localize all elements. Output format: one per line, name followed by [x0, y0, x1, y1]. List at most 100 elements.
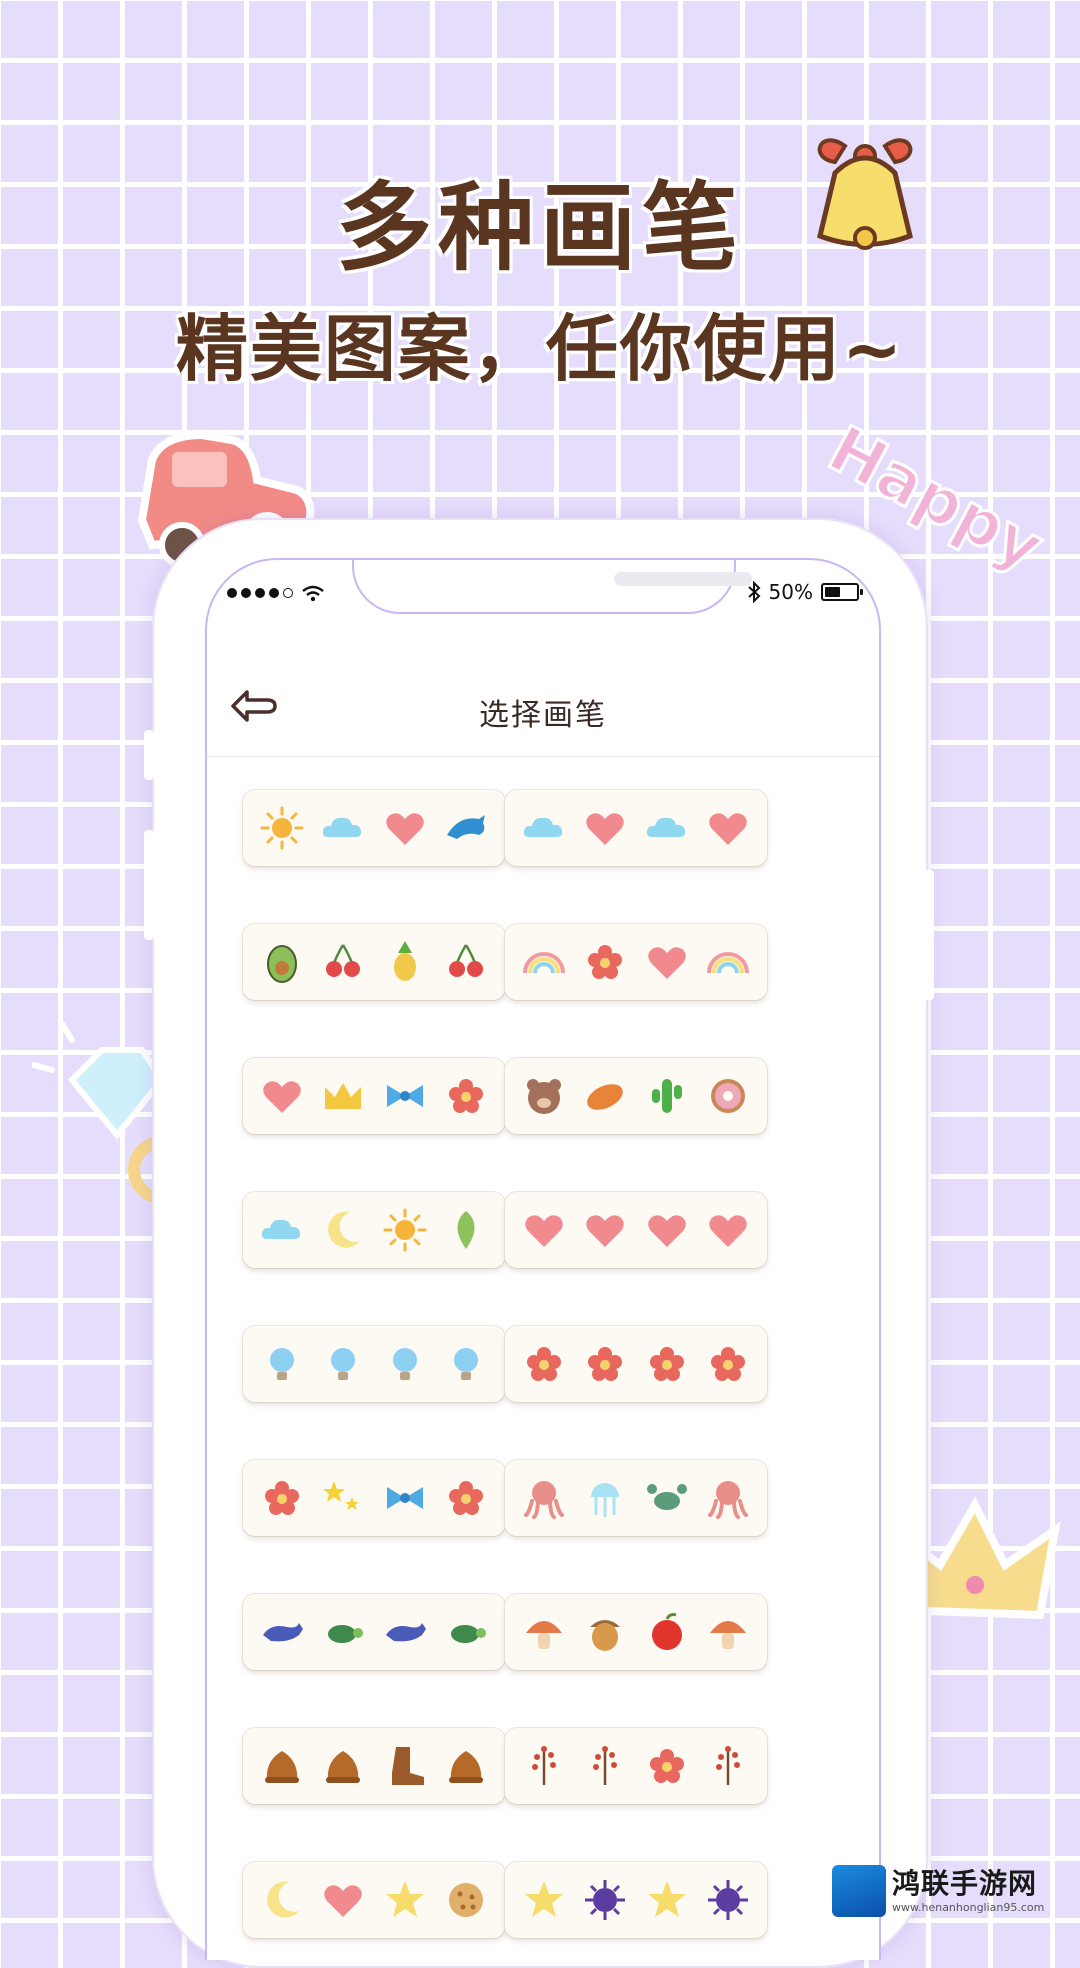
rainbow-icon	[707, 952, 750, 974]
heart-icon	[648, 947, 686, 979]
pineapple-icon	[393, 941, 416, 981]
battery-icon	[821, 583, 863, 601]
site-watermark: 鸿联手游网 www.henanhonglian95.com	[832, 1862, 1080, 1920]
headline-subtitle: 精美图案，任你使用~	[175, 307, 905, 391]
wifi-icon	[302, 585, 324, 602]
brush-option-card[interactable]	[505, 1460, 767, 1536]
flower-icon	[264, 1481, 299, 1515]
flower-icon	[588, 1347, 623, 1381]
status-bar-left	[227, 584, 325, 602]
dolphin-icon	[447, 815, 486, 839]
apple-icon	[651, 1613, 682, 1650]
virus-icon	[585, 1880, 626, 1920]
leaf-icon	[457, 1211, 475, 1249]
phone-screen: 50% 选择画笔	[205, 558, 881, 1960]
bear-icon	[526, 1079, 561, 1114]
phone-side-button	[144, 730, 154, 780]
watermark-url: www.henanhonglian95.com	[892, 1901, 1045, 1914]
sun-icon	[383, 1208, 427, 1252]
signal-strength-icon	[227, 588, 293, 598]
heart-icon	[586, 1215, 624, 1247]
crown-icon	[325, 1083, 362, 1109]
mushroom-icon	[525, 1621, 562, 1649]
turtle-icon	[328, 1625, 364, 1643]
bulb-icon	[454, 1348, 479, 1380]
brush-option-card[interactable]	[505, 1728, 767, 1804]
flower-icon	[711, 1347, 746, 1381]
brush-option-card[interactable]	[505, 1326, 767, 1402]
cloud-icon	[523, 817, 562, 837]
heart-icon	[648, 1215, 686, 1247]
avocado-icon	[266, 945, 297, 983]
bell-icon	[817, 138, 913, 250]
heart-icon	[709, 1215, 748, 1247]
brush-option-card[interactable]	[243, 1058, 505, 1134]
flower-icon	[649, 1749, 684, 1783]
brush-option-card[interactable]	[243, 924, 505, 1000]
mushroom-icon	[710, 1621, 747, 1649]
star-icon	[524, 1881, 563, 1917]
turtle-icon	[451, 1625, 487, 1643]
octopus-icon	[708, 1481, 749, 1519]
brush-option-card[interactable]	[505, 1862, 767, 1938]
brush-option-card[interactable]	[243, 1192, 505, 1268]
brush-option-card[interactable]	[243, 1728, 505, 1804]
donut-icon	[711, 1079, 746, 1113]
site-logo	[832, 1865, 886, 1917]
flower-icon	[526, 1347, 561, 1381]
stars-icon	[323, 1481, 360, 1510]
whale-icon	[262, 1623, 303, 1642]
cookie-icon	[449, 1883, 484, 1917]
moon-icon	[266, 1881, 299, 1918]
octopus-icon	[523, 1481, 564, 1519]
twig-icon	[716, 1746, 741, 1785]
brush-option-card[interactable]	[505, 1192, 767, 1268]
virus-icon	[708, 1880, 749, 1920]
bulb-icon	[331, 1348, 356, 1380]
cherry-icon	[326, 944, 361, 977]
battery-percent: 50%	[768, 580, 813, 604]
hat-icon	[326, 1751, 361, 1783]
bow-icon	[386, 1085, 423, 1107]
brush-option-card[interactable]	[505, 790, 767, 866]
brush-option-card[interactable]	[243, 1326, 505, 1402]
rainbow-icon	[522, 952, 565, 974]
flower-icon	[649, 1347, 684, 1381]
bulb-icon	[392, 1348, 417, 1380]
bluetooth-icon	[747, 581, 760, 603]
heart-icon	[586, 813, 624, 845]
app-navbar: 选择画笔	[207, 656, 879, 757]
page-title: 选择画笔	[479, 698, 607, 733]
brush-option-card[interactable]	[243, 1460, 505, 1536]
twig-icon	[531, 1746, 556, 1785]
brush-option-card[interactable]	[505, 1594, 767, 1670]
cherry-icon	[449, 944, 484, 977]
brush-option-card[interactable]	[243, 1594, 505, 1670]
star-icon	[385, 1881, 424, 1917]
cactus-icon	[651, 1079, 682, 1113]
brush-option-card[interactable]	[505, 1058, 767, 1134]
phone-notch	[352, 560, 752, 614]
status-bar-right: 50%	[747, 580, 863, 604]
flower-icon	[588, 945, 623, 979]
boot-icon	[391, 1747, 424, 1785]
flower-icon	[449, 1481, 484, 1515]
phone-speaker	[614, 572, 752, 586]
brush-option-card[interactable]	[243, 1862, 505, 1938]
heart-icon	[386, 813, 424, 845]
hat-icon	[449, 1751, 484, 1783]
brush-grid	[207, 758, 879, 1960]
phone-side-button	[924, 870, 934, 1000]
jellyfish-icon	[591, 1483, 620, 1517]
moon-icon	[328, 1211, 361, 1248]
sun-icon	[260, 806, 304, 850]
crab-icon	[646, 1484, 687, 1510]
brush-option-card[interactable]	[243, 790, 505, 866]
heart-icon	[524, 1215, 563, 1247]
twig-icon	[593, 1746, 618, 1785]
phone-side-button	[144, 830, 154, 940]
heart-icon	[324, 1885, 362, 1917]
whale-icon	[385, 1623, 426, 1642]
brush-option-card[interactable]	[505, 924, 767, 1000]
bread-icon	[587, 1084, 624, 1110]
